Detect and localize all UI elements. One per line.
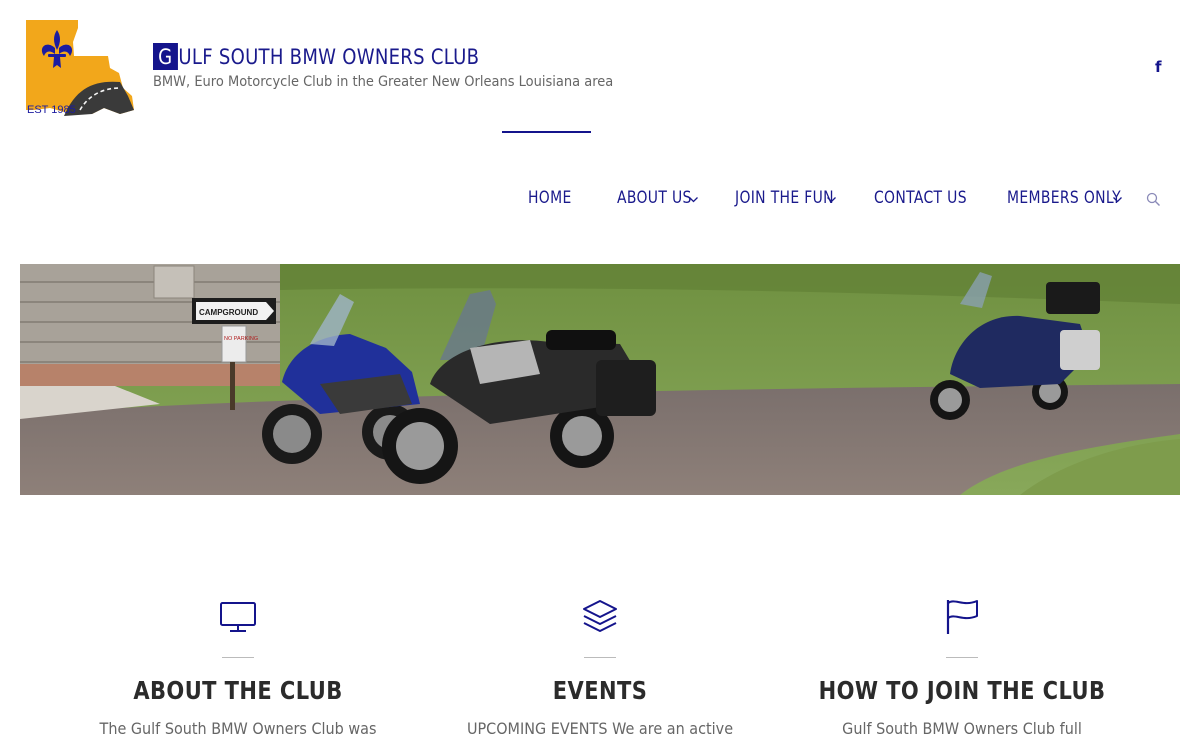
nav-item-label: ABOUT US <box>617 188 692 208</box>
layers-icon <box>583 600 617 632</box>
feature-title[interactable]: ABOUT THE CLUB <box>87 676 389 705</box>
hero-banner-image: CAMPGROUND NO PARKING <box>20 264 1180 495</box>
feature-about-the-club: ABOUT THE CLUB The Gulf South BMW Owners… <box>58 598 418 738</box>
chevron-down-icon <box>1113 197 1122 203</box>
feature-events: EVENTS UPCOMING EVENTS We are an active <box>420 598 780 738</box>
feature-divider <box>946 657 978 658</box>
sign-no-parking: NO PARKING <box>224 336 258 342</box>
site-tagline: BMW, Euro Motorcycle Club in the Greater… <box>153 74 614 90</box>
nav-item-join-the-fun[interactable]: JOIN THE FUN <box>735 188 856 208</box>
chevron-down-icon <box>689 197 698 203</box>
feature-divider <box>222 657 254 658</box>
logo-est-text: EST 1985 <box>27 104 76 116</box>
chevron-down-icon <box>827 197 836 203</box>
feature-excerpt: UPCOMING EVENTS We are an active <box>466 719 734 738</box>
nav-item-about-us[interactable]: ABOUT US <box>617 188 708 208</box>
nav-item-label: MEMBERS ONLY <box>1007 188 1121 208</box>
search-icon[interactable] <box>1146 192 1161 207</box>
feature-divider <box>584 657 616 658</box>
nav-item-label: CONTACT US <box>874 188 967 208</box>
main-navigation: HOME ABOUT US JOIN THE FUN CONTACT US ME… <box>0 188 1200 212</box>
nav-item-contact-us[interactable]: CONTACT US <box>874 188 987 208</box>
flag-icon <box>946 600 978 634</box>
facebook-icon[interactable]: f <box>1155 58 1162 76</box>
feature-title[interactable]: EVENTS <box>449 676 751 705</box>
nav-item-members-only[interactable]: MEMBERS ONLY <box>1007 188 1146 208</box>
nav-item-home[interactable]: HOME <box>528 188 581 208</box>
nav-active-indicator <box>502 131 591 133</box>
club-logo[interactable]: EST 1985 <box>24 18 136 118</box>
site-title-initial[interactable]: G <box>153 43 178 70</box>
nav-item-label: HOME <box>528 188 572 208</box>
feature-how-to-join: HOW TO JOIN THE CLUB Gulf South BMW Owne… <box>782 598 1142 738</box>
site-title-text[interactable]: ULF SOUTH BMW OWNERS CLUB <box>178 44 479 70</box>
nav-item-label: JOIN THE FUN <box>735 188 834 208</box>
monitor-icon <box>220 602 256 632</box>
feature-excerpt: Gulf South BMW Owners Club full <box>842 719 1082 738</box>
feature-excerpt: The Gulf South BMW Owners Club was <box>99 719 377 738</box>
sign-campground: CAMPGROUND <box>199 308 258 317</box>
feature-title[interactable]: HOW TO JOIN THE CLUB <box>811 676 1113 705</box>
site-title[interactable]: G ULF SOUTH BMW OWNERS CLUB <box>153 43 579 70</box>
site-branding: G ULF SOUTH BMW OWNERS CLUB BMW, Euro Mo… <box>153 43 648 90</box>
